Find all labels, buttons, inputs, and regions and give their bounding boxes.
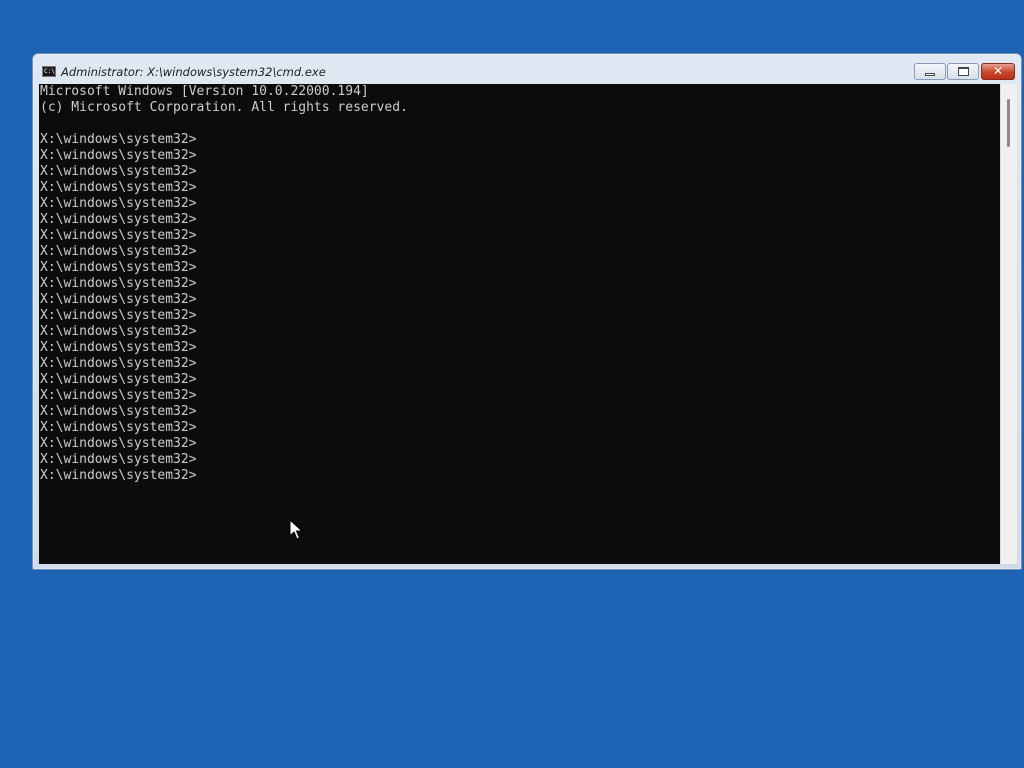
desktop-background: C:\ Administrator: X:\windows\system32\c… (0, 0, 1024, 768)
console-prompt-line: X:\windows\system32> (40, 356, 197, 371)
close-button[interactable]: ✕ (981, 63, 1015, 80)
cmd-window[interactable]: C:\ Administrator: X:\windows\system32\c… (32, 53, 1022, 570)
console-prompt-line: X:\windows\system32> (40, 468, 197, 483)
console-output: Microsoft Windows [Version 10.0.22000.19… (39, 84, 1000, 484)
console-prompt-line: X:\windows\system32> (40, 244, 197, 259)
console-prompt-line: X:\windows\system32> (40, 132, 197, 147)
console-prompt-line: X:\windows\system32> (40, 180, 197, 195)
console-prompt-line: X:\windows\system32> (40, 372, 197, 387)
cmd-icon[interactable]: C:\ (42, 66, 56, 77)
console-prompt-line: X:\windows\system32> (40, 420, 197, 435)
console-prompt-line: X:\windows\system32> (40, 260, 197, 275)
close-icon: ✕ (992, 64, 1004, 78)
console-header-line: Microsoft Windows [Version 10.0.22000.19… (40, 84, 369, 99)
restore-icon (958, 67, 969, 76)
console-prompt-line: X:\windows\system32> (40, 212, 197, 227)
minimize-button[interactable] (914, 63, 946, 80)
console-prompt-line (40, 116, 1000, 132)
console-prompt-line: X:\windows\system32> (40, 452, 197, 467)
console-prompt-line: X:\windows\system32> (40, 436, 197, 451)
console-prompt-line: X:\windows\system32> (40, 228, 197, 243)
console-prompt-line: X:\windows\system32> (40, 292, 197, 307)
console-header-line: (c) Microsoft Corporation. All rights re… (40, 100, 408, 115)
console-prompt-line: X:\windows\system32> (40, 164, 197, 179)
scrollbar-thumb[interactable] (1007, 99, 1010, 147)
console-prompt-line: X:\windows\system32> (40, 276, 197, 291)
console-area[interactable]: Microsoft Windows [Version 10.0.22000.19… (39, 84, 1000, 564)
title-bar[interactable]: C:\ Administrator: X:\windows\system32\c… (33, 54, 1021, 84)
console-prompt-line: X:\windows\system32> (40, 148, 197, 163)
console-prompt-line: X:\windows\system32> (40, 404, 197, 419)
mouse-pointer-icon (289, 519, 303, 540)
console-prompt-line: X:\windows\system32> (40, 324, 197, 339)
window-title: Administrator: X:\windows\system32\cmd.e… (61, 65, 326, 79)
restore-button[interactable] (947, 63, 979, 80)
vertical-scrollbar[interactable] (1000, 84, 1017, 564)
console-prompt-line: X:\windows\system32> (40, 340, 197, 355)
console-prompt-line: X:\windows\system32> (40, 196, 197, 211)
console-prompt-line: X:\windows\system32> (40, 388, 197, 403)
console-prompt-line: X:\windows\system32> (40, 308, 197, 323)
minimize-icon (925, 73, 935, 76)
